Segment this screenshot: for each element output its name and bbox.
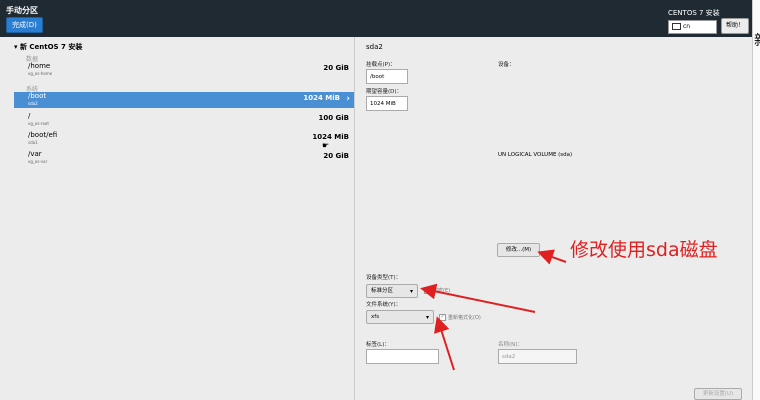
name-input[interactable]: sda2 (498, 349, 577, 364)
edge-character: 新 (754, 30, 760, 50)
partition-row-root[interactable]: / vg_os-root 100 GiB (14, 112, 354, 128)
modify-button[interactable]: 修改...(M) (497, 243, 540, 257)
partition-size: 20 GiB (323, 64, 349, 72)
tag-input[interactable] (366, 349, 439, 364)
partition-row-boot-efi[interactable]: /boot/efi sda1 1024 MiB (14, 131, 354, 147)
filesystem-value: xfs (371, 314, 380, 320)
encrypt-checkbox[interactable]: 加密(E) (424, 287, 450, 294)
done-button[interactable]: 完成(D) (6, 17, 43, 33)
reformat-checkbox[interactable]: ✓ 重新格式化(O) (439, 314, 481, 321)
filesystem-label: 文件系统(Y)： (366, 302, 402, 308)
window-edge (752, 0, 760, 400)
keyboard-icon (672, 23, 681, 30)
update-settings-button[interactable]: 更新设置(U) (694, 388, 742, 400)
page-title: 手动分区 (6, 6, 38, 15)
top-header: 手动分区 完成(D) CENTOS 7 安装 cn 帮助！ (0, 0, 752, 37)
filesystem-select[interactable]: xfs ▾ (366, 310, 434, 324)
checkbox-icon (424, 287, 431, 294)
tag-label: 标签(L)： (366, 342, 390, 348)
partition-row-boot[interactable]: /boot sda2 1024 MiB › (14, 92, 354, 108)
partition-device: sda1 (28, 140, 38, 145)
partition-size: 100 GiB (318, 114, 349, 122)
installation-section-title[interactable]: ▾ 新 CentOS 7 安装 (14, 42, 82, 52)
partition-device: sda2 (28, 101, 38, 106)
reformat-label: 重新格式化(O) (448, 315, 481, 321)
partition-name: / (28, 112, 31, 120)
mouse-cursor-icon: ☛ (322, 141, 330, 150)
partition-detail-title: sda2 (366, 43, 383, 51)
keyboard-layout-label: cn (683, 23, 691, 30)
checkmark-icon: ✓ (439, 314, 446, 321)
partition-row-var[interactable]: /var vg_os-var 20 GiB (14, 150, 354, 166)
annotation-text: 修改使用sda磁盘 (570, 239, 718, 261)
capacity-label: 期望容量(D)： (366, 89, 403, 95)
partition-name: /boot (28, 92, 47, 100)
dropdown-arrow-icon: ▾ (409, 288, 413, 295)
name-label: 名称(N)： (498, 342, 523, 348)
partition-device: vg_os-var (28, 159, 48, 164)
partition-name: /boot/efi (28, 131, 58, 139)
device-label: 设备： (498, 62, 515, 68)
partition-size: 20 GiB (323, 152, 349, 160)
partition-name: /home (28, 62, 51, 70)
device-type-select[interactable]: 标准分区 ▾ (366, 284, 418, 298)
device-volume-text: UN LOGICAL VOLUME (sda) (498, 152, 573, 158)
partition-device: vg_os-home (28, 71, 53, 76)
partition-size: 1024 MiB (312, 133, 349, 141)
keyboard-layout-indicator[interactable]: cn (668, 20, 717, 34)
encrypt-label: 加密(E) (433, 288, 451, 294)
chevron-right-icon: › (346, 94, 350, 104)
partition-device: vg_os-root (28, 121, 49, 126)
partition-size: 1024 MiB (303, 94, 340, 102)
mount-point-label: 挂载点(P)： (366, 62, 396, 68)
device-type-label: 设备类型(T)： (366, 275, 402, 281)
capacity-input[interactable]: 1024 MiB (366, 96, 408, 111)
device-type-value: 标准分区 (371, 288, 394, 294)
install-title: CENTOS 7 安装 (668, 9, 720, 17)
dropdown-arrow-icon: ▾ (425, 314, 429, 321)
mount-point-input[interactable]: /boot (366, 69, 408, 84)
help-button[interactable]: 帮助！ (721, 18, 749, 34)
partition-row-home[interactable]: /home vg_os-home 20 GiB (14, 62, 354, 78)
partition-detail-panel (355, 37, 752, 400)
partition-name: /var (28, 150, 42, 158)
